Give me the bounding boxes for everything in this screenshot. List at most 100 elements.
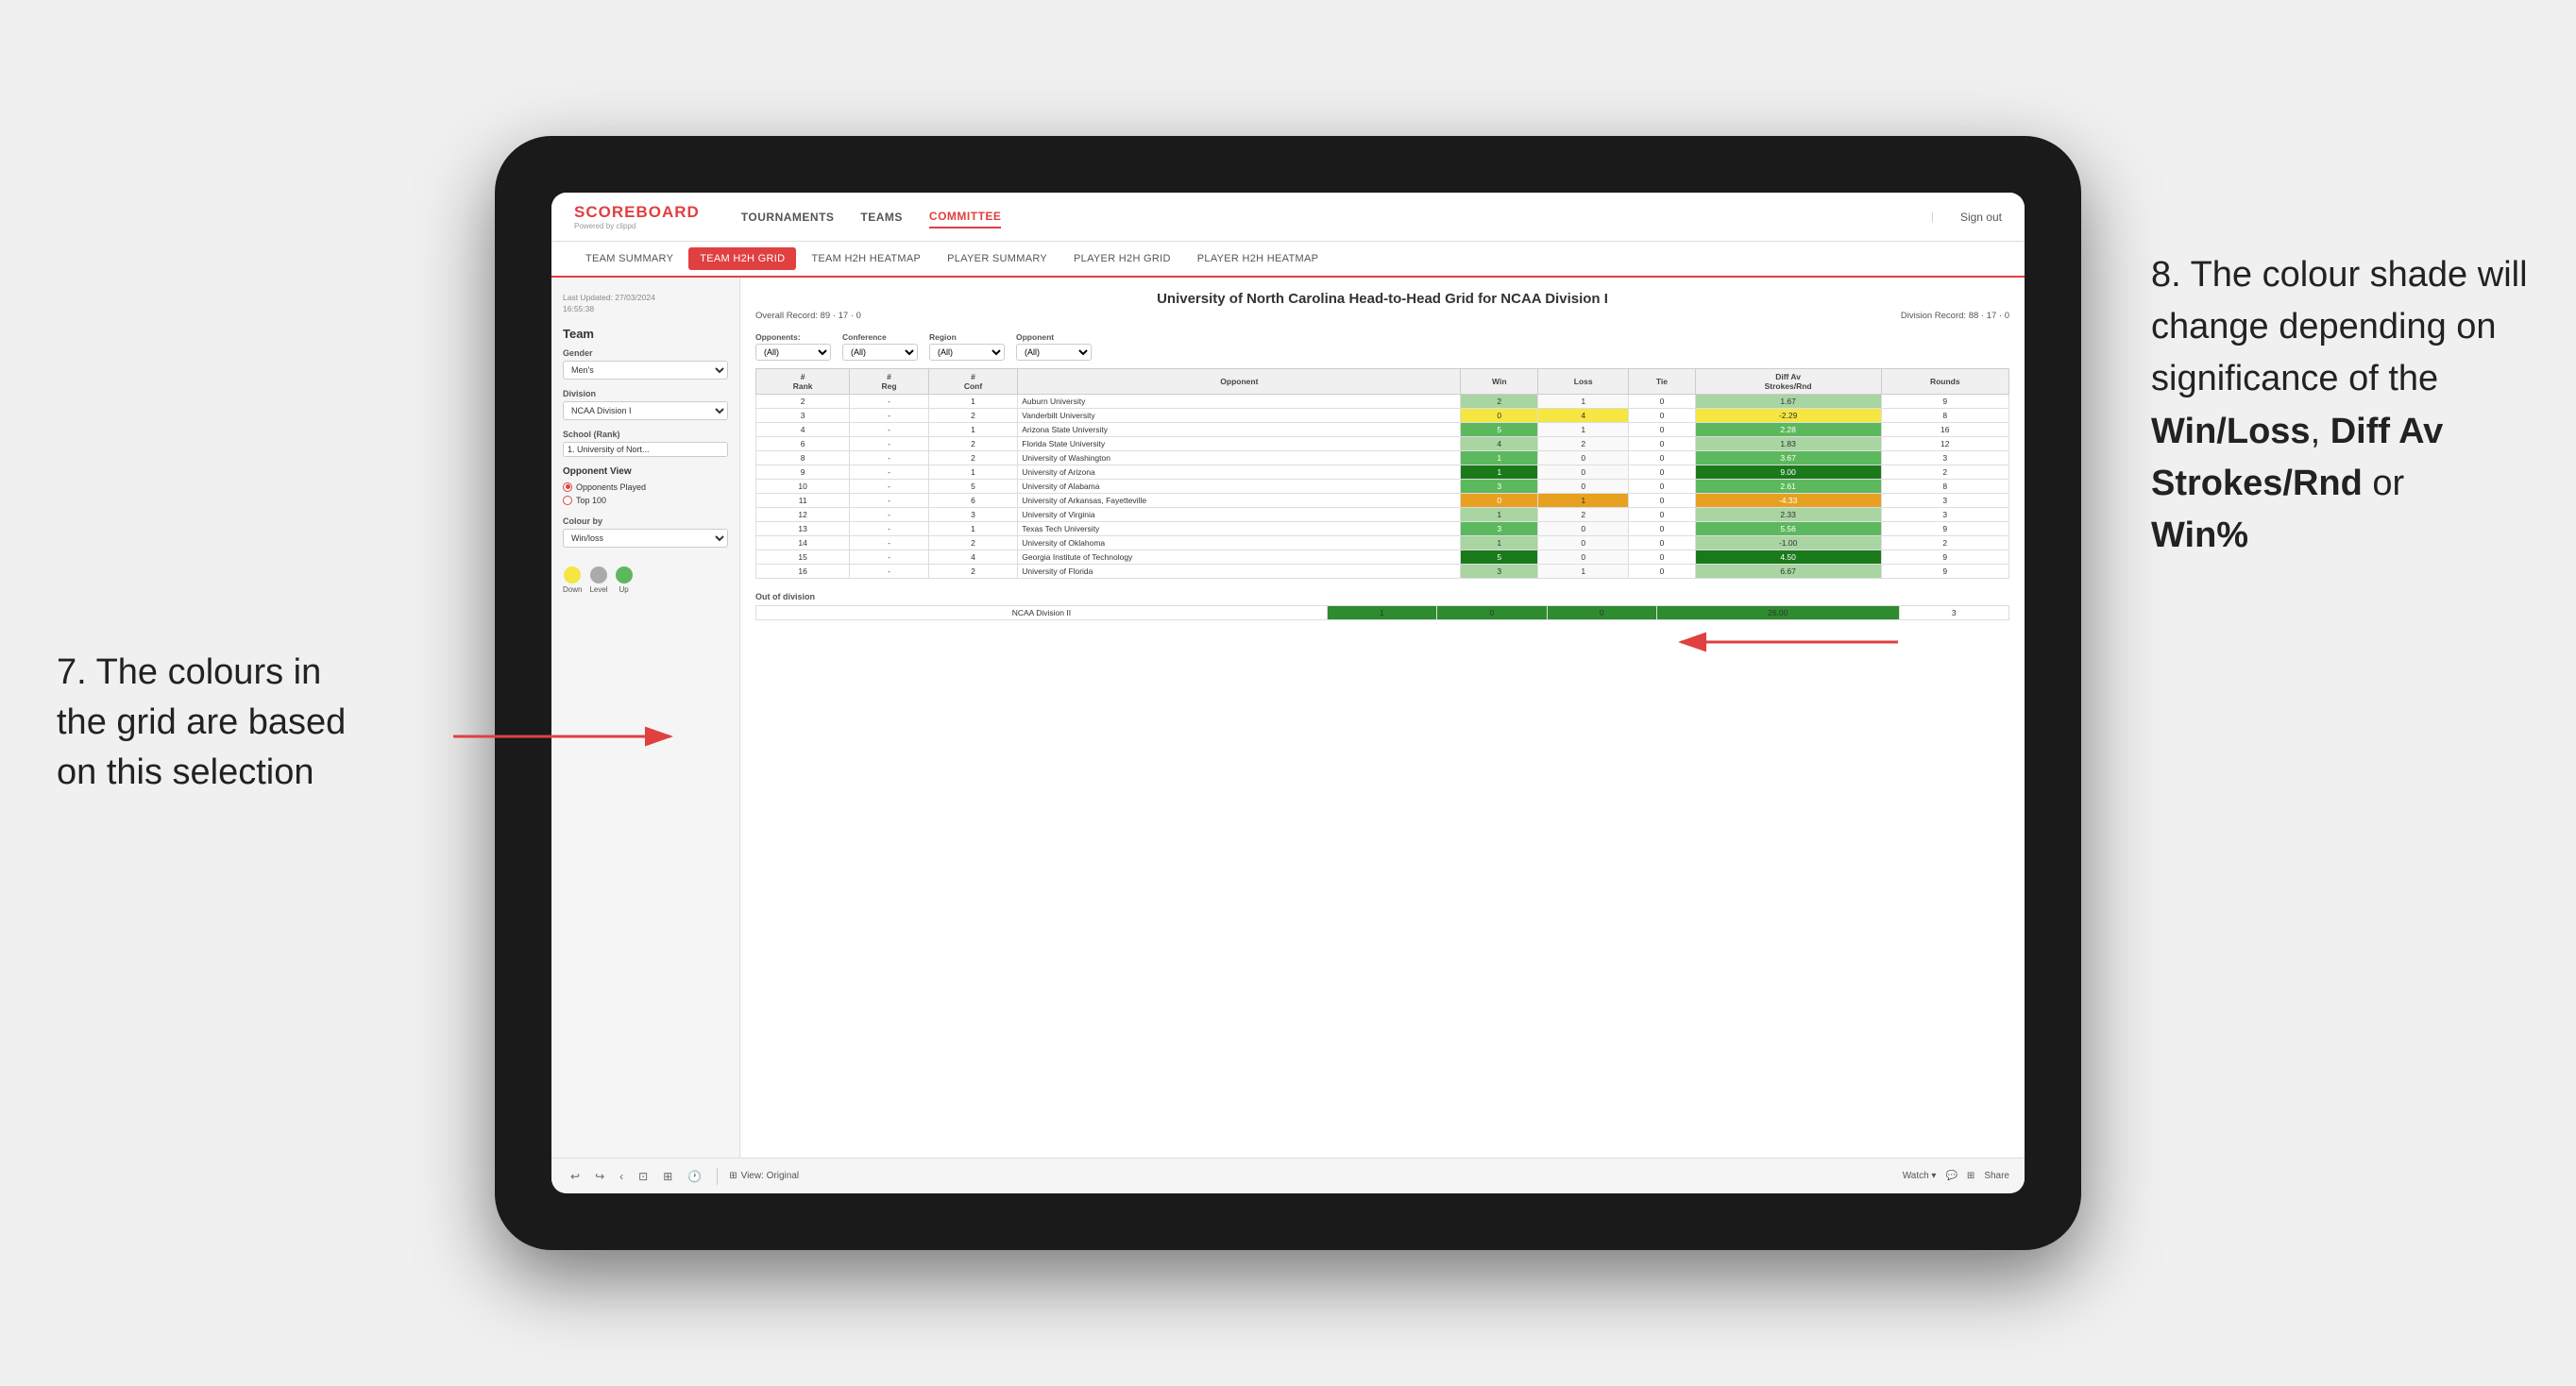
cell-rounds: 9 (1881, 565, 2008, 579)
cell-loss: 0 (1538, 465, 1629, 480)
cell-opponent: Auburn University (1018, 395, 1461, 409)
cell-conf: 5 (928, 480, 1017, 494)
cell-win: 3 (1461, 565, 1538, 579)
layout-button[interactable]: ⊞ (659, 1168, 676, 1185)
sidebar-gender-select[interactable]: Men's (563, 361, 728, 380)
filter-conference: Conference (All) (842, 332, 918, 361)
cell-tie: 0 (1629, 480, 1695, 494)
sub-nav-team-h2h-grid[interactable]: TEAM H2H GRID (688, 247, 796, 270)
overall-record: Overall Record: 89 · 17 · 0 (755, 311, 861, 321)
cell-diff: -1.00 (1695, 536, 1881, 550)
grid-title: University of North Carolina Head-to-Hea… (755, 291, 2009, 307)
filter-region-select[interactable]: (All) (929, 344, 1005, 361)
nav-committee[interactable]: COMMITTEE (929, 206, 1002, 228)
cell-rank: 12 (756, 508, 850, 522)
cell-rank: 14 (756, 536, 850, 550)
nav-teams[interactable]: TEAMS (860, 207, 903, 228)
table-row: 10 - 5 University of Alabama 3 0 0 2.61 … (756, 480, 2009, 494)
cell-reg: - (850, 437, 929, 451)
table-row: 4 - 1 Arizona State University 5 1 0 2.2… (756, 423, 2009, 437)
sidebar-meta: Last Updated: 27/03/202416:55:38 (563, 293, 728, 315)
sub-nav-team-h2h-heatmap[interactable]: TEAM H2H HEATMAP (800, 247, 932, 270)
view-original-btn[interactable]: ⊞ View: Original (729, 1171, 799, 1181)
legend-down-dot (564, 566, 581, 583)
back-button[interactable]: ‹ (616, 1168, 627, 1185)
undo-button[interactable]: ↩ (567, 1168, 584, 1185)
toolbar-divider (717, 1168, 718, 1185)
radio-opponents-played[interactable]: Opponents Played (563, 482, 728, 492)
clock-button[interactable]: 🕐 (684, 1168, 705, 1185)
cell-reg: - (850, 451, 929, 465)
logo-area: SCOREBOARD Powered by clippd (574, 203, 700, 230)
radio-top100[interactable]: Top 100 (563, 496, 728, 505)
table-row: 14 - 2 University of Oklahoma 1 0 0 -1.0… (756, 536, 2009, 550)
cell-diff: 5.56 (1695, 522, 1881, 536)
cell-diff: 2.61 (1695, 480, 1881, 494)
division-record: Division Record: 88 · 17 · 0 (1901, 311, 2009, 321)
cell-win: 3 (1461, 522, 1538, 536)
cell-opponent: Florida State University (1018, 437, 1461, 451)
cell-rank: 13 (756, 522, 850, 536)
sub-nav-player-h2h-heatmap[interactable]: PLAYER H2H HEATMAP (1186, 247, 1330, 270)
sub-nav-team-summary[interactable]: TEAM SUMMARY (574, 247, 685, 270)
filter-opponents-select[interactable]: (All) (755, 344, 831, 361)
sidebar-division-select[interactable]: NCAA Division I (563, 401, 728, 420)
cell-reg: - (850, 550, 929, 565)
table-row: 13 - 1 Texas Tech University 3 0 0 5.56 … (756, 522, 2009, 536)
col-diff: Diff AvStrokes/Rnd (1695, 369, 1881, 395)
cell-reg: - (850, 480, 929, 494)
cell-diff: 3.67 (1695, 451, 1881, 465)
colour-by-select[interactable]: Win/loss Diff Av Strokes/Rnd Win% (563, 529, 728, 548)
sidebar-gender-label: Gender (563, 348, 728, 358)
sub-nav-player-h2h-grid[interactable]: PLAYER H2H GRID (1062, 247, 1182, 270)
table-row: 12 - 3 University of Virginia 1 2 0 2.33… (756, 508, 2009, 522)
cell-tie: 0 (1629, 395, 1695, 409)
legend-level-dot (590, 566, 607, 583)
watch-btn[interactable]: Watch ▾ (1903, 1171, 1937, 1181)
cell-win: 1 (1461, 508, 1538, 522)
annotation-right: 8. The colour shade will change dependin… (2151, 249, 2548, 562)
cell-rank: 3 (756, 409, 850, 423)
cell-opponent: University of Arizona (1018, 465, 1461, 480)
cell-diff: 2.28 (1695, 423, 1881, 437)
cell-conf: 6 (928, 494, 1017, 508)
cell-win: 2 (1461, 395, 1538, 409)
sidebar-school-label: School (Rank) (563, 430, 728, 439)
cell-reg: - (850, 565, 929, 579)
cell-rounds: 12 (1881, 437, 2008, 451)
radio-opponents-played-circle[interactable] (563, 482, 572, 492)
filter-conference-select[interactable]: (All) (842, 344, 918, 361)
cell-rounds: 8 (1881, 480, 2008, 494)
grid-btn[interactable]: ⊞ (1967, 1171, 1974, 1181)
main-content: Last Updated: 27/03/202416:55:38 Team Ge… (551, 278, 2025, 1158)
camera-button[interactable]: ⊡ (635, 1168, 652, 1185)
cell-diff: 6.67 (1695, 565, 1881, 579)
filter-opponent-select[interactable]: (All) (1016, 344, 1092, 361)
filter-opponent: Opponent (All) (1016, 332, 1092, 361)
radio-top100-circle[interactable] (563, 496, 572, 505)
comment-btn[interactable]: 💬 (1945, 1171, 1957, 1181)
cell-tie: 0 (1629, 437, 1695, 451)
cell-rounds: 3 (1881, 451, 2008, 465)
cell-conf: 2 (928, 536, 1017, 550)
cell-tie: 0 (1629, 465, 1695, 480)
cell-loss: 0 (1538, 480, 1629, 494)
share-btn[interactable]: Share (1984, 1171, 2009, 1181)
legend-up-label: Up (619, 585, 628, 594)
sidebar-team-label: Team (563, 327, 728, 341)
out-tie: 0 (1547, 606, 1656, 620)
cell-opponent: University of Arkansas, Fayetteville (1018, 494, 1461, 508)
cell-loss: 4 (1538, 409, 1629, 423)
cell-reg: - (850, 522, 929, 536)
table-row: 11 - 6 University of Arkansas, Fayettevi… (756, 494, 2009, 508)
out-win: 1 (1327, 606, 1436, 620)
nav-tournaments[interactable]: TOURNAMENTS (741, 207, 835, 228)
cell-win: 0 (1461, 494, 1538, 508)
cell-rank: 4 (756, 423, 850, 437)
out-diff: 26.00 (1656, 606, 1899, 620)
col-reg: #Reg (850, 369, 929, 395)
sign-out-link[interactable]: Sign out (1960, 211, 2002, 224)
sub-nav-player-summary[interactable]: PLAYER SUMMARY (936, 247, 1059, 270)
cell-win: 3 (1461, 480, 1538, 494)
redo-button[interactable]: ↪ (591, 1168, 608, 1185)
